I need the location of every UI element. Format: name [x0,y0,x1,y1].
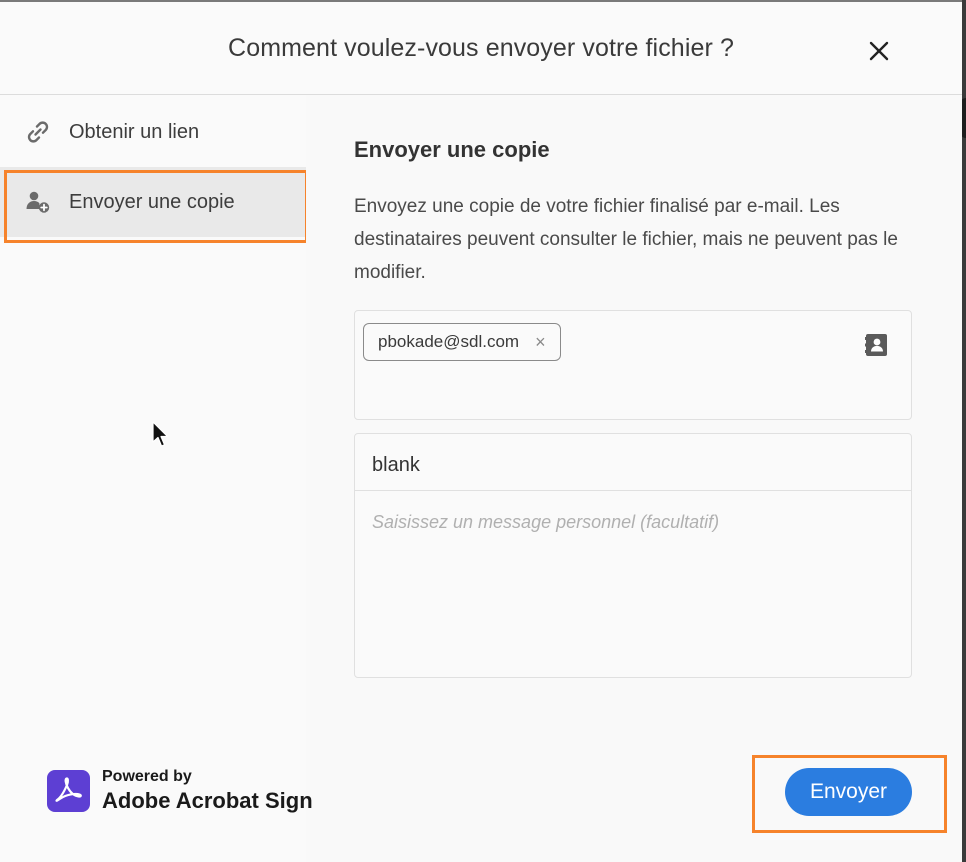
address-book-button[interactable] [863,332,889,358]
sidebar: Obtenir un lien Envoyer une copie [0,95,306,862]
sidebar-item-send-copy[interactable]: Envoyer une copie [0,167,306,237]
recipient-email: pbokade@sdl.com [378,332,520,351]
subject-field[interactable]: blank [355,434,911,491]
link-icon [24,118,52,146]
section-title: Envoyer une copie [354,137,550,162]
dialog-title: Comment voulez-vous envoyer votre fichie… [228,34,734,62]
address-book-icon [865,334,887,356]
message-box: blank Saisissez un message personnel (fa… [354,433,912,678]
remove-recipient-icon[interactable]: × [535,332,546,353]
sidebar-item-get-link[interactable]: Obtenir un lien [0,97,306,167]
mouse-cursor-icon [152,421,170,449]
sidebar-item-label: Envoyer une copie [69,190,235,213]
sidebar-item-label: Obtenir un lien [69,120,200,143]
message-field[interactable]: Saisissez un message personnel (facultat… [372,512,719,533]
powered-by-text: Powered by [102,768,192,785]
recipients-field[interactable]: pbokade@sdl.com × [354,310,912,420]
add-person-icon [24,188,52,216]
subject-value: blank [372,454,420,476]
send-button[interactable]: Envoyer [785,768,912,816]
brand-name: Adobe Acrobat Sign [102,788,313,813]
dialog-header: Comment voulez-vous envoyer votre fichie… [0,2,962,95]
acrobat-sign-logo-icon [47,770,90,812]
close-icon [869,41,889,61]
close-button[interactable] [864,36,894,66]
section-description: Envoyez une copie de votre fichier final… [354,196,898,283]
recipient-chip: pbokade@sdl.com × [363,323,561,361]
